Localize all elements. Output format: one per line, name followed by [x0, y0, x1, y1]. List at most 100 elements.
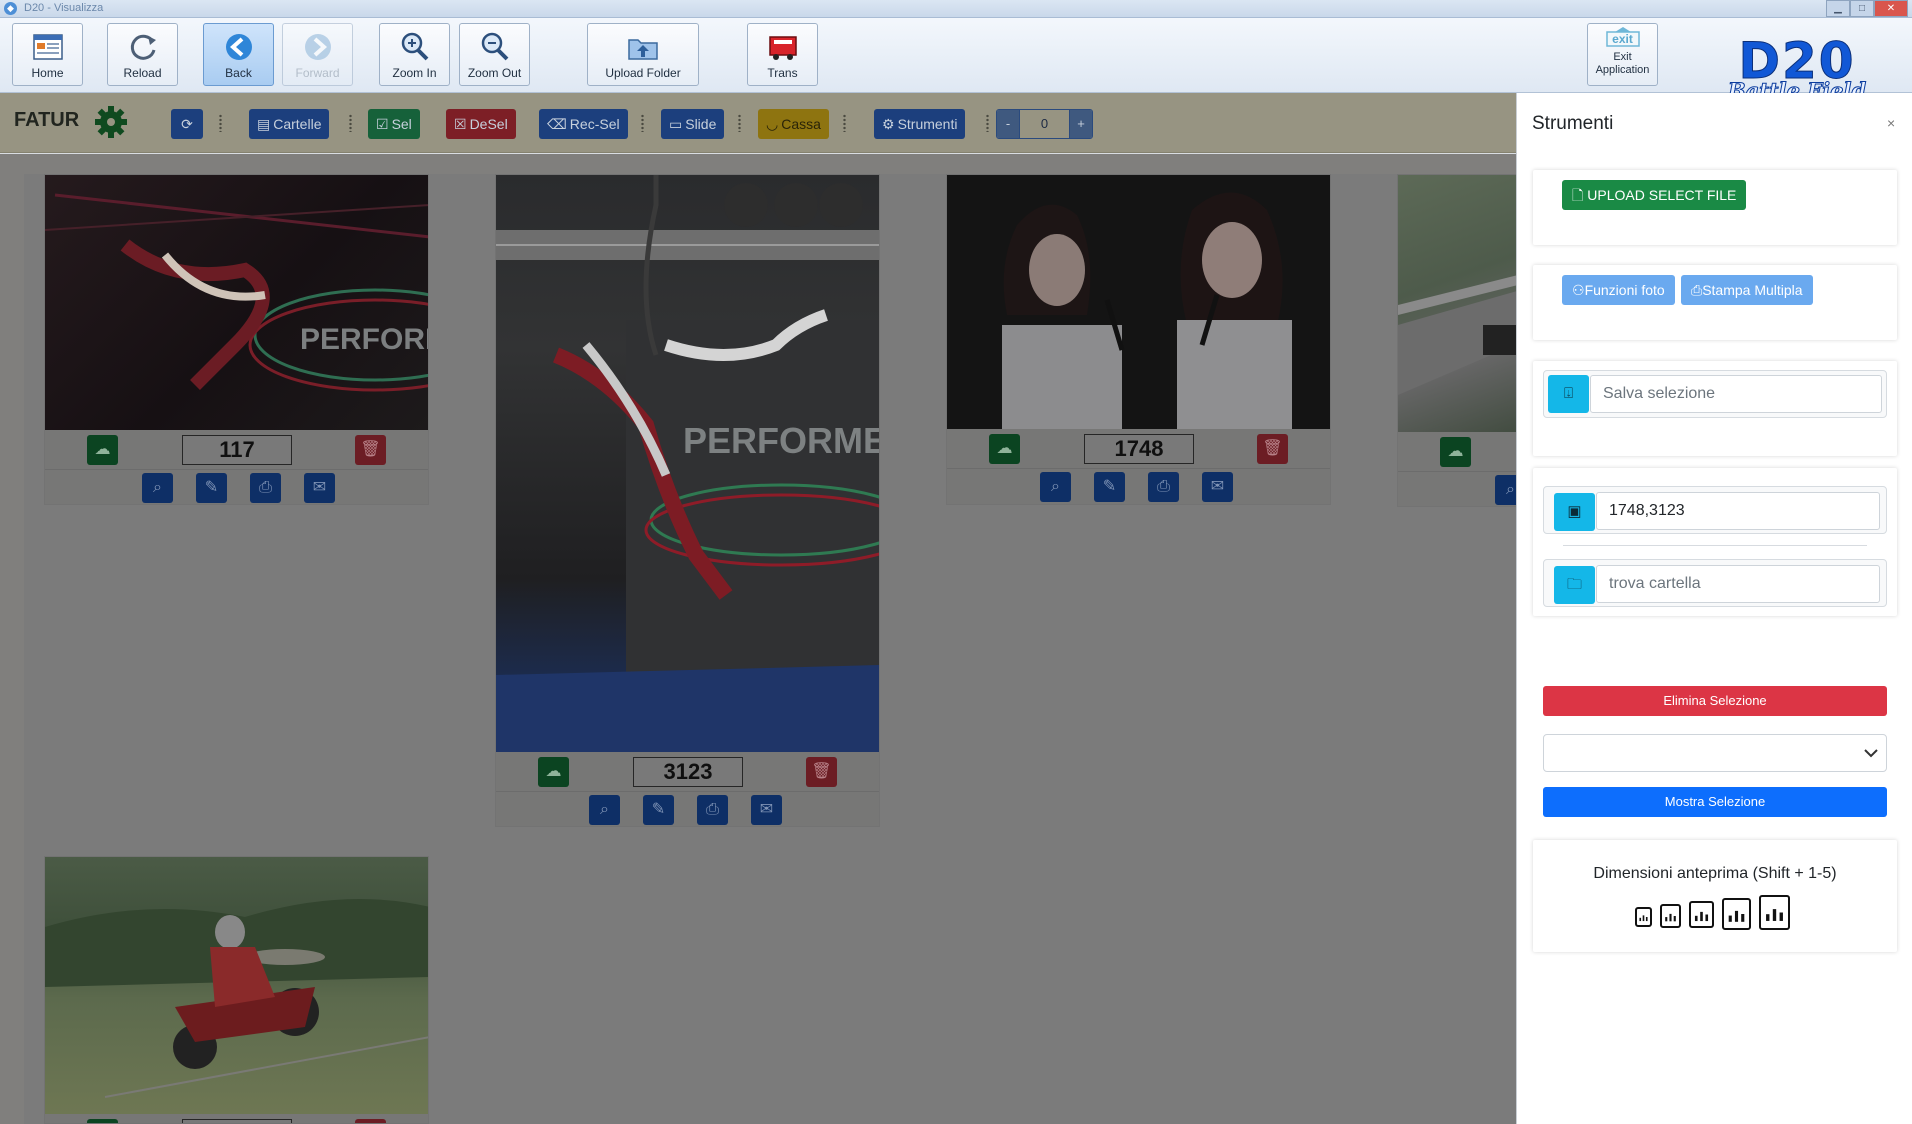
delete-button[interactable]: 🗑: [806, 757, 837, 787]
home-button[interactable]: Home: [12, 23, 83, 86]
photo-thumbnail[interactable]: [45, 857, 428, 1114]
forward-button[interactable]: Forward: [282, 23, 353, 86]
images-icon-button[interactable]: ▣: [1554, 493, 1595, 531]
stepper-value[interactable]: 0: [1019, 110, 1070, 138]
email-photo-button[interactable]: ✉: [1202, 472, 1233, 502]
cloud-upload-button[interactable]: [87, 1119, 118, 1123]
cloud-upload-button[interactable]: ☁: [87, 435, 118, 465]
selection-dropdown[interactable]: [1543, 734, 1887, 772]
save-selection-input[interactable]: Salva selezione: [1590, 375, 1882, 413]
zoom-photo-button[interactable]: ⌕: [142, 473, 173, 503]
email-photo-button[interactable]: ✉: [751, 795, 782, 825]
close-window-button[interactable]: ✕: [1874, 0, 1908, 17]
drag-handle[interactable]: [737, 114, 742, 132]
zoom-out-label: Zoom Out: [467, 66, 522, 80]
cassa-button[interactable]: ◡ Cassa: [758, 109, 829, 139]
magnify-icon: ⌕: [1506, 481, 1515, 498]
card-actions: ⌕ ✎ ⎙ ✉: [947, 469, 1330, 504]
cloud-upload-button[interactable]: ☁: [989, 434, 1020, 464]
envelope-icon: ✉: [1210, 478, 1225, 495]
print-photo-button[interactable]: ⎙: [1148, 472, 1179, 502]
drag-handle[interactable]: [842, 114, 847, 132]
forward-arrow-icon: [304, 34, 331, 60]
stampa-multipla-button[interactable]: ⎙Stampa Multipla: [1681, 275, 1813, 305]
reload-icon: [130, 34, 156, 60]
funzioni-foto-button[interactable]: ⚇Funzioni foto: [1562, 275, 1675, 305]
brand-label: FATUR: [14, 109, 80, 131]
exit-application-button[interactable]: exit Exit Application: [1587, 23, 1658, 86]
zoom-photo-button[interactable]: ⌕: [1040, 472, 1071, 502]
main-toolbar: Home Reload Back Forward Zoom In Zoom Ou…: [0, 18, 1912, 104]
printer-icon: ⎙: [259, 479, 272, 496]
find-folder-input[interactable]: trova cartella: [1596, 565, 1880, 603]
print-photo-button[interactable]: ⎙: [697, 795, 728, 825]
cloud-upload-button[interactable]: ☁: [538, 757, 569, 787]
upload-select-file-label: UPLOAD SELECT FILE: [1587, 187, 1737, 203]
delete-button[interactable]: [355, 1119, 386, 1123]
selection-value-input[interactable]: 1748,3123: [1596, 492, 1880, 530]
gear-icon[interactable]: [94, 105, 128, 139]
desel-button[interactable]: ☒ DeSel: [446, 109, 516, 139]
edit-photo-button[interactable]: ✎: [1094, 472, 1125, 502]
card-controls: ☁ 117 🗑: [45, 430, 428, 470]
photo-thumbnail[interactable]: PERFORME: [496, 175, 879, 752]
photo-gallery: PERFORME ☁ 117 🗑 ⌕ ✎ ⎙ ✉: [0, 154, 1537, 1124]
size-4-icon[interactable]: [1722, 898, 1751, 930]
maximize-button[interactable]: □: [1850, 0, 1874, 17]
photo-thumbnail[interactable]: [947, 175, 1330, 429]
cloud-icon: ☁: [545, 763, 562, 780]
reload-button[interactable]: Reload: [107, 23, 178, 86]
zoom-out-icon: [481, 32, 508, 61]
drag-handle[interactable]: [348, 114, 353, 132]
print-photo-button[interactable]: ⎙: [250, 473, 281, 503]
zoom-photo-button[interactable]: ⌕: [589, 795, 620, 825]
sel-button[interactable]: ☑ Sel: [368, 109, 420, 139]
trash-icon: 🗑: [811, 763, 832, 780]
zoom-in-button[interactable]: Zoom In: [379, 23, 450, 86]
printer-icon: ⎙: [1157, 478, 1170, 495]
preview-size-card: Dimensioni anteprima (Shift + 1-5): [1533, 840, 1897, 952]
cartelle-button[interactable]: ▤ Cartelle: [249, 109, 330, 139]
photo-number: 1748: [1084, 434, 1194, 464]
rec-sel-button[interactable]: ⌫ Rec-Sel: [539, 109, 628, 139]
cloud-icon: ☁: [1447, 443, 1464, 460]
back-button[interactable]: Back: [203, 23, 274, 86]
zoom-out-button[interactable]: Zoom Out: [459, 23, 530, 86]
upload-select-file-button[interactable]: 🗋 UPLOAD SELECT FILE: [1562, 180, 1747, 210]
minimize-button[interactable]: ▁: [1826, 0, 1850, 17]
upload-folder-button[interactable]: Upload Folder: [587, 23, 699, 86]
zoom-in-icon: [401, 32, 428, 61]
refresh-button[interactable]: ⟳: [171, 109, 203, 139]
email-photo-button[interactable]: ✉: [304, 473, 335, 503]
size-5-icon[interactable]: [1759, 895, 1790, 930]
drag-handle[interactable]: [985, 114, 990, 132]
stepper-plus-button[interactable]: +: [1070, 110, 1092, 138]
cartelle-label: Cartelle: [273, 116, 322, 132]
photo-thumbnail[interactable]: PERFORME: [45, 175, 428, 430]
window-titlebar: ◆ D20 - Visualizza ▁ □ ✕: [0, 0, 1912, 18]
delete-button[interactable]: 🗑: [355, 435, 386, 465]
cloud-upload-button[interactable]: ☁: [1440, 437, 1471, 467]
card-controls: [45, 1114, 428, 1123]
folder-icon-button[interactable]: 🗀: [1554, 566, 1595, 604]
strumenti-button[interactable]: ⚙ Strumenti: [874, 109, 966, 139]
drag-handle[interactable]: [218, 114, 223, 132]
size-2-icon[interactable]: [1660, 904, 1681, 928]
close-icon[interactable]: ×: [1887, 115, 1895, 131]
mostra-selezione-button[interactable]: Mostra Selezione: [1543, 787, 1887, 817]
save-selection-button[interactable]: ⍗: [1548, 375, 1589, 413]
drag-handle[interactable]: [640, 114, 645, 132]
people-icon: ⚇: [1572, 282, 1585, 298]
size-1-icon[interactable]: [1635, 907, 1652, 927]
delete-button[interactable]: 🗑: [1257, 434, 1288, 464]
size-3-icon[interactable]: [1689, 901, 1714, 928]
slide-button[interactable]: ▭ Slide: [661, 109, 725, 139]
stepper-minus-button[interactable]: -: [997, 110, 1019, 138]
envelope-icon: ✉: [312, 479, 327, 496]
monitor-icon: ▭: [669, 116, 683, 132]
back-arrow-icon: [225, 34, 252, 60]
elimina-selezione-button[interactable]: Elimina Selezione: [1543, 686, 1887, 716]
edit-photo-button[interactable]: ✎: [196, 473, 227, 503]
edit-photo-button[interactable]: ✎: [643, 795, 674, 825]
trans-button[interactable]: Trans: [747, 23, 818, 86]
